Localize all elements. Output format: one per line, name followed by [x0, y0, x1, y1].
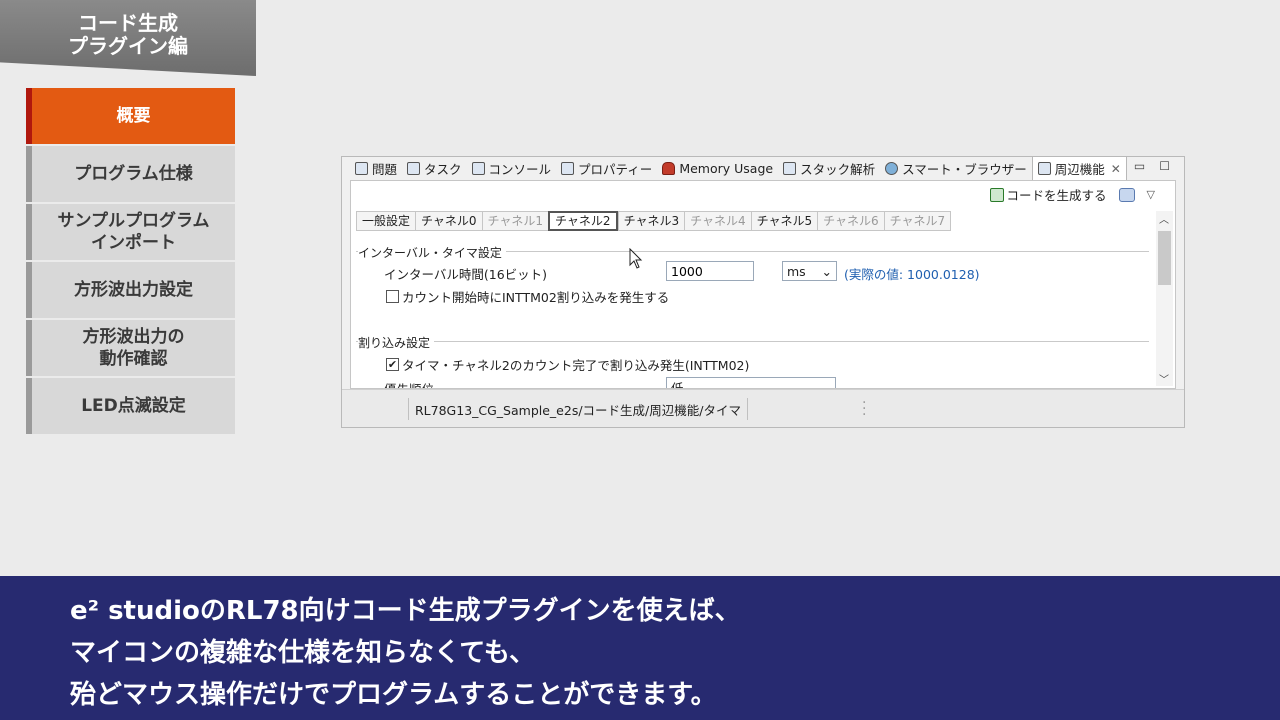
priority-label: 優先順位	[384, 379, 434, 388]
chapter-label: LED点滅設定	[81, 396, 186, 416]
status-grip-icon: · · ·	[862, 395, 867, 423]
tab-channel-2[interactable]: チャネル2	[548, 211, 618, 231]
unit-value: ms	[787, 263, 806, 279]
tab-channel-5[interactable]: チャネル5	[750, 211, 818, 231]
chapter-item-overview[interactable]: 概要	[26, 88, 235, 144]
ide-panel: 問題 タスク コンソール プロパティー Memory Usage スタック解析 …	[341, 156, 1185, 428]
generate-code-icon	[989, 187, 1004, 202]
subtitle-line2: マイコンの複雑な仕様を知らなくても、	[70, 638, 536, 668]
tab-label: 周辺機能	[1054, 162, 1105, 177]
tab-console[interactable]: コンソール	[467, 157, 557, 179]
scrollbar-thumb[interactable]	[1158, 231, 1171, 285]
generate-code-label: コードを生成する	[1006, 188, 1107, 203]
view-toolbar: コードを生成する ▽	[989, 185, 1155, 204]
chapter-label: 方形波出力の 動作確認	[82, 327, 185, 369]
tab-channel-4[interactable]: チャネル4	[684, 211, 751, 231]
tab-label: スタック解析	[800, 161, 876, 177]
channel-tab-bar: 一般設定 チャネル0 チャネル1 チャネル2 チャネル3 チャネル4 チャネル5…	[356, 211, 952, 231]
tab-label: タスク	[424, 161, 462, 177]
minimize-icon[interactable]: ▭	[1134, 159, 1145, 173]
properties-icon	[561, 161, 575, 175]
tab-channel-3[interactable]: チャネル3	[617, 211, 685, 231]
scroll-down-icon[interactable]: ﹀	[1159, 371, 1169, 386]
interval-group-title: インターバル・タイマ設定	[358, 244, 506, 261]
checkmark-icon: ✔	[386, 358, 399, 371]
interrupt-group-title: 割り込み設定	[358, 334, 435, 351]
subtitle-line3: 殆どマウス操作だけでプログラムすることができます。	[70, 680, 717, 710]
tab-general-settings[interactable]: 一般設定	[356, 211, 416, 231]
tab-tasks[interactable]: タスク	[402, 157, 467, 179]
section-title-line1: コード生成	[78, 11, 178, 35]
peripheral-icon	[1037, 162, 1051, 175]
tab-memory-usage[interactable]: Memory Usage	[657, 157, 778, 179]
tab-label: プロパティー	[578, 161, 653, 177]
view-window-controls: ▭ ☐	[1134, 159, 1170, 173]
tab-peripheral[interactable]: 周辺機能 ✕	[1031, 156, 1127, 180]
chevron-down-icon: ⌄	[820, 379, 831, 389]
tab-properties[interactable]: プロパティー	[556, 157, 657, 179]
complete-interrupt-checkbox[interactable]: ✔ タイマ・チャネル2のカウント完了で割り込み発生(INTTM02)	[386, 355, 749, 374]
chapter-item-square-wave-setup[interactable]: 方形波出力設定	[26, 262, 235, 318]
chevron-down-icon: ⌄	[821, 263, 832, 279]
interval-unit-select[interactable]: ms ⌄	[782, 261, 837, 281]
tasks-icon	[407, 161, 421, 175]
chapter-item-square-wave-check[interactable]: 方形波出力の 動作確認	[26, 320, 235, 376]
chapter-label: 概要	[116, 106, 151, 126]
group-divider	[356, 341, 1149, 342]
toolbar-options-icon[interactable]	[1118, 187, 1135, 202]
start-interrupt-checkbox[interactable]: カウント開始時にINTTM02割り込みを発生する	[386, 287, 669, 306]
tab-label: スマート・ブラウザー	[902, 161, 1027, 177]
smart-browser-icon	[885, 161, 899, 175]
chapter-label: 方形波出力設定	[74, 280, 193, 300]
close-icon[interactable]: ✕	[1111, 162, 1121, 176]
chapter-item-sample-import[interactable]: サンプルプログラム インポート	[26, 204, 235, 260]
checkbox-icon	[386, 290, 399, 303]
chapter-label: サンプルプログラム インポート	[57, 211, 210, 253]
tab-stack-analysis[interactable]: スタック解析	[778, 157, 880, 179]
interval-label: インターバル時間(16ビット)	[384, 267, 548, 282]
chapter-nav: 概要 プログラム仕様 サンプルプログラム インポート 方形波出力設定 方形波出力…	[26, 88, 235, 436]
interval-input[interactable]	[666, 261, 754, 281]
priority-select[interactable]: 低 ⌄	[666, 377, 836, 388]
checkbox-label: タイマ・チャネル2のカウント完了で割り込み発生(INTTM02)	[402, 358, 750, 373]
section-title-line2: プラグイン編	[68, 34, 188, 58]
tab-channel-6[interactable]: チャネル6	[817, 211, 884, 231]
problems-icon	[355, 161, 368, 175]
tab-channel-1[interactable]: チャネル1	[481, 211, 549, 231]
tab-smart-browser[interactable]: スマート・ブラウザー	[880, 157, 1032, 179]
mouse-cursor-icon	[629, 248, 643, 269]
console-icon	[471, 161, 485, 175]
checkbox-label: カウント開始時にINTTM02割り込みを発生する	[402, 290, 670, 305]
chapter-item-program-spec[interactable]: プログラム仕様	[26, 146, 235, 202]
section-header: コード生成 プラグイン編	[0, 0, 256, 76]
actual-value: (実際の値: 1000.0128)	[844, 267, 980, 282]
status-path: RL78G13_CG_Sample_e2s/コード生成/周辺機能/タイマ	[408, 398, 748, 420]
scroll-up-icon[interactable]: ︿	[1159, 211, 1169, 226]
status-bar: RL78G13_CG_Sample_e2s/コード生成/周辺機能/タイマ · · ·	[342, 389, 1184, 427]
tab-problems[interactable]: 問題	[350, 157, 402, 179]
tab-channel-7[interactable]: チャネル7	[883, 211, 952, 231]
chapter-label: プログラム仕様	[74, 164, 193, 184]
memory-usage-icon	[662, 161, 676, 175]
tab-channel-0[interactable]: チャネル0	[415, 211, 482, 231]
tab-label: コンソール	[488, 161, 552, 177]
tab-label: 問題	[372, 161, 398, 177]
view-menu-icon[interactable]: ▽	[1147, 188, 1155, 201]
stack-analysis-icon	[783, 161, 797, 175]
vertical-scrollbar[interactable]: ︿ ﹀	[1156, 211, 1173, 386]
maximize-icon[interactable]: ☐	[1159, 159, 1170, 173]
subtitle-line1: e² studioのRL78向けコード生成プラグインを使えば、	[70, 596, 741, 626]
priority-value: 低	[671, 380, 684, 389]
peripheral-view: コードを生成する ▽ 一般設定 チャネル0 チャネル1 チャネル2 チャネル3 …	[350, 180, 1176, 389]
tab-label: Memory Usage	[679, 160, 774, 176]
chapter-item-led-blink[interactable]: LED点滅設定	[26, 378, 235, 434]
channel-settings: インターバル・タイマ設定 インターバル時間(16ビット) ms ⌄ (実際の値:…	[356, 231, 1149, 388]
view-tab-bar: 問題 タスク コンソール プロパティー Memory Usage スタック解析 …	[350, 156, 1184, 180]
generate-code-button[interactable]: コードを生成する	[989, 185, 1107, 204]
subtitle-banner: e² studioのRL78向けコード生成プラグインを使えば、 マイコンの複雑な…	[0, 576, 1280, 720]
